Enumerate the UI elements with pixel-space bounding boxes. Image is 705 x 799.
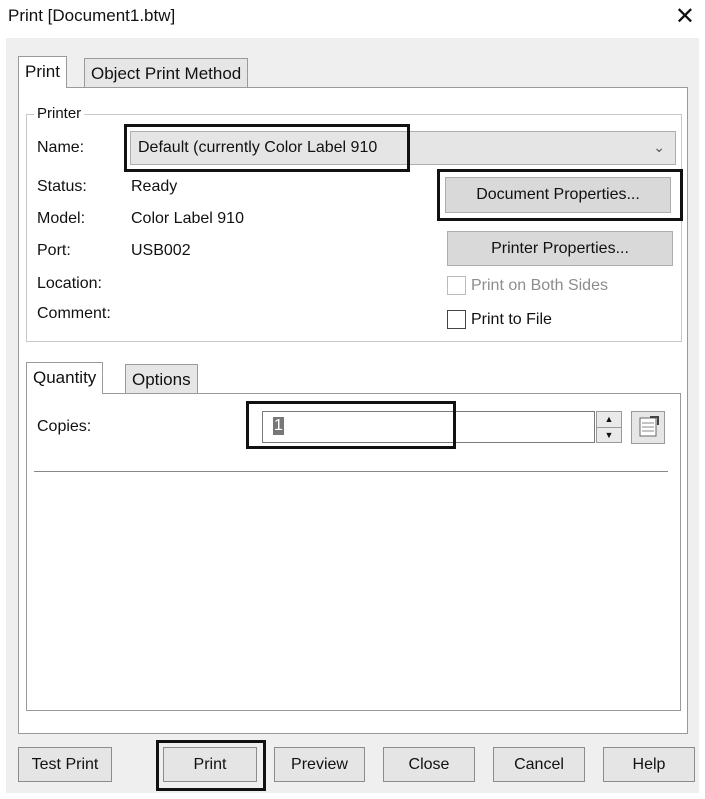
help-button[interactable]: Help [603, 747, 695, 782]
highlight-document-properties [437, 169, 683, 221]
window-title: Print [Document1.btw] [8, 6, 176, 25]
tab-object-print-method[interactable]: Object Print Method [84, 58, 249, 88]
print-both-sides-label: Print on Both Sides [471, 277, 608, 294]
print-to-file-label: Print to File [471, 311, 552, 328]
data-source-button[interactable] [631, 411, 665, 444]
chevron-down-icon: ⌄ [653, 139, 665, 155]
copies-label: Copies: [37, 418, 92, 435]
highlight-printer-name [124, 124, 410, 172]
location-label: Location: [37, 275, 102, 292]
print-to-file-checkbox[interactable] [447, 310, 466, 329]
copies-spinner[interactable]: ▲ ▼ [596, 411, 622, 443]
preview-button[interactable]: Preview [274, 747, 365, 782]
comment-label: Comment: [37, 305, 111, 322]
tab-quantity[interactable]: Quantity [26, 362, 104, 394]
data-source-icon [639, 416, 659, 437]
model-label: Model: [37, 210, 86, 227]
close-icon[interactable]: ✕ [675, 2, 695, 32]
cancel-button[interactable]: Cancel [493, 747, 585, 782]
port-value: USB002 [131, 242, 191, 259]
spin-down-icon[interactable]: ▼ [597, 428, 621, 443]
highlight-print [156, 740, 266, 791]
port-label: Port: [37, 242, 71, 259]
printer-properties-button[interactable]: Printer Properties... [447, 231, 673, 266]
status-value: Ready [131, 178, 178, 195]
printer-group-label: Printer [34, 106, 85, 122]
name-label: Name: [37, 139, 85, 156]
model-value: Color Label 910 [131, 210, 244, 227]
spin-up-icon[interactable]: ▲ [597, 412, 621, 428]
close-button[interactable]: Close [383, 747, 475, 782]
test-print-button[interactable]: Test Print [18, 747, 112, 782]
highlight-copies [246, 401, 456, 449]
tab-options[interactable]: Options [125, 364, 198, 394]
separator-line [34, 471, 668, 472]
status-label: Status: [37, 178, 87, 195]
print-both-sides-checkbox[interactable] [447, 276, 466, 295]
tab-print[interactable]: Print [18, 56, 67, 88]
